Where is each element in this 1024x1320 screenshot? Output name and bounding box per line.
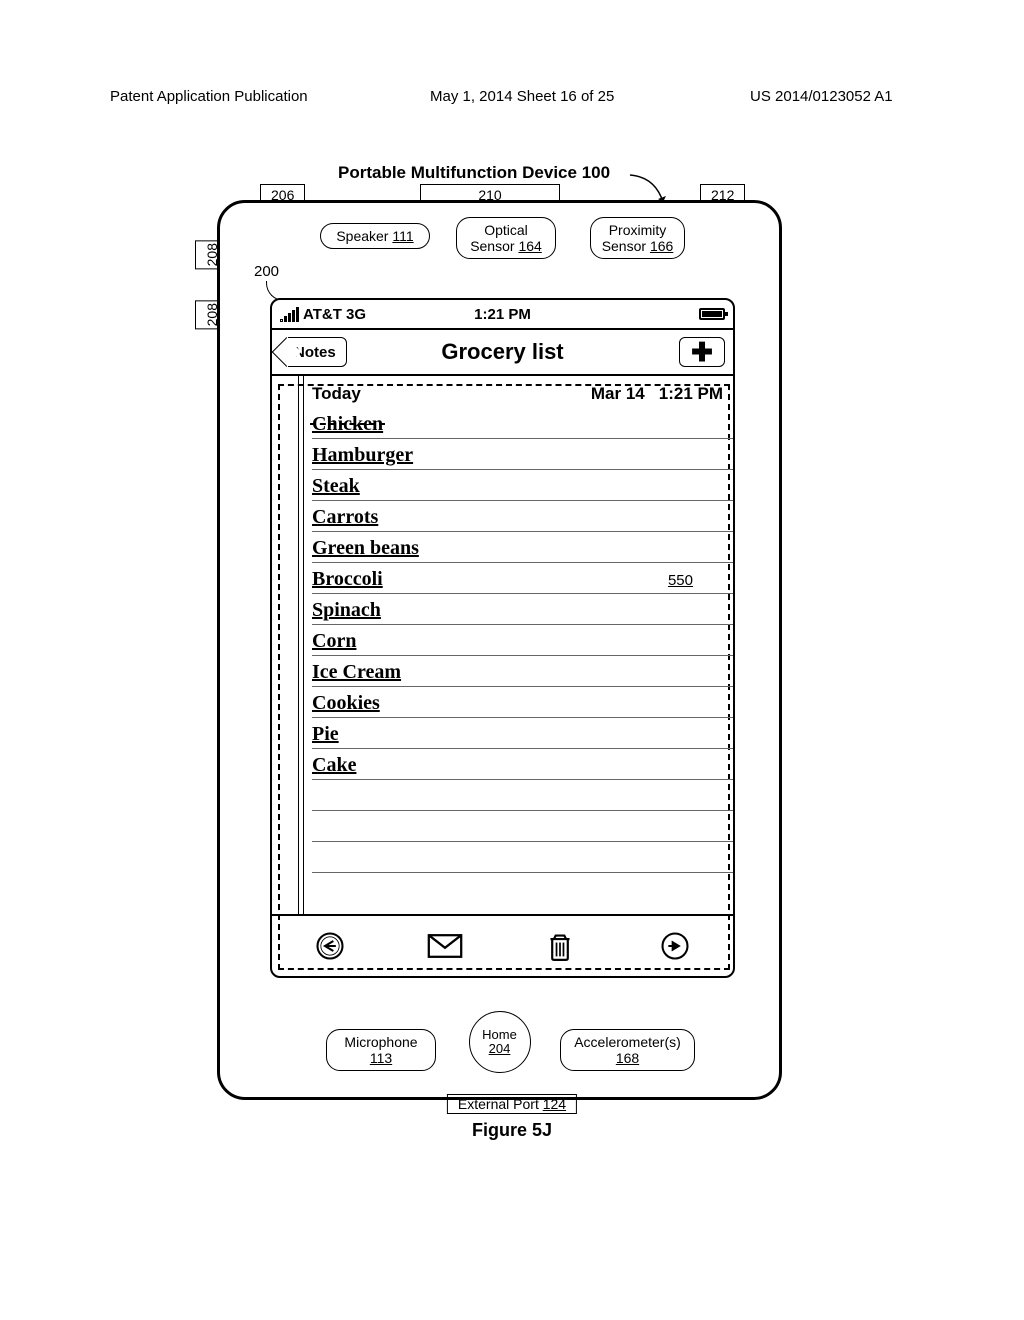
note-text: Chicken [312, 413, 383, 436]
ext-port-label: External Port [458, 1096, 539, 1112]
status-bar: AT&T 3G 1:21 PM [272, 300, 733, 330]
back-button[interactable]: Notes [288, 337, 347, 367]
mail-icon [427, 933, 463, 959]
note-line[interactable]: Hamburger [312, 439, 733, 470]
home-num: 204 [470, 1042, 530, 1056]
accelerometer-pill: Accelerometer(s) 168 [560, 1029, 695, 1071]
note-line[interactable]: Green beans [312, 532, 733, 563]
mail-button[interactable] [427, 928, 463, 964]
home-button[interactable]: Home 204 [469, 1011, 531, 1073]
speaker-label: Speaker [336, 228, 388, 244]
note-lines: Chicken Hamburger Steak Carrots Green beans B… [272, 408, 733, 873]
add-button[interactable]: ✚ [679, 337, 725, 367]
note-text: Spinach [312, 599, 381, 622]
note-today: Today [312, 384, 361, 404]
note-header: Today Mar 14 1:21 PM [272, 376, 733, 408]
accel-label: Accelerometer(s) [567, 1034, 688, 1050]
note-text: Corn [312, 630, 356, 653]
ext-port-num: 124 [543, 1096, 566, 1112]
note-line[interactable]: Ice Cream [312, 656, 733, 687]
proximity-sensor-pill: ProximitySensor 166 [590, 217, 685, 259]
note-line[interactable]: Spinach [312, 594, 733, 625]
note-text: Broccoli [312, 568, 383, 591]
note-text: Cookies [312, 692, 380, 715]
ref-550: 550 [668, 572, 693, 589]
speaker-pill: Speaker 111 [320, 223, 430, 249]
device-body: Speaker 111 OpticalSensor 164 ProximityS… [217, 200, 782, 1100]
carrier-label: AT&T 3G [303, 306, 366, 323]
note-text: Carrots [312, 506, 378, 529]
arrow-right-circle-icon [660, 931, 690, 961]
optical-sensor-pill: OpticalSensor 164 [456, 217, 556, 259]
margin-line-1 [298, 376, 299, 916]
note-text: Cake [312, 754, 356, 777]
microphone-label: Microphone [333, 1034, 429, 1050]
touchscreen[interactable]: AT&T 3G 1:21 PM Notes Grocery list ✚ Tod… [270, 298, 735, 978]
note-line[interactable]: Corn [312, 625, 733, 656]
note-text: Pie [312, 723, 339, 746]
note-line[interactable]: Pie [312, 718, 733, 749]
header-right: US 2014/0123052 A1 [750, 88, 893, 105]
note-time: 1:21 PM [659, 384, 723, 404]
note-line[interactable] [312, 842, 733, 873]
header-center: May 1, 2014 Sheet 16 of 25 [430, 88, 614, 105]
bottom-hardware-row: Microphone 113 Home 204 Accelerometer(s)… [220, 1013, 779, 1083]
ref-200: 200 [254, 263, 279, 280]
margin-line-2 [303, 376, 304, 916]
accel-num: 168 [616, 1050, 639, 1066]
note-text: Ice Cream [312, 661, 401, 684]
note-line[interactable] [312, 811, 733, 842]
note-text: Green beans [312, 537, 419, 560]
figure-caption: Figure 5J [0, 1120, 1024, 1141]
microphone-num: 113 [370, 1050, 392, 1066]
note-line[interactable]: Chicken [312, 408, 733, 439]
delete-button[interactable] [542, 928, 578, 964]
next-button[interactable] [657, 928, 693, 964]
note-text: Steak [312, 475, 360, 498]
note-text: Hamburger [312, 444, 413, 467]
back-label: Notes [294, 344, 336, 361]
home-label: Home [470, 1028, 530, 1042]
signal-icon [280, 307, 299, 322]
note-line[interactable] [312, 780, 733, 811]
device-title: Portable Multifunction Device 100 [338, 163, 610, 183]
note-line[interactable]: Cake [312, 749, 733, 780]
microphone-pill: Microphone 113 [326, 1029, 436, 1071]
trash-icon [547, 930, 573, 962]
arrow-left-circle-icon [315, 931, 345, 961]
battery-icon [699, 308, 725, 320]
speaker-num: 111 [392, 228, 413, 244]
note-line[interactable]: Broccoli 550 [312, 563, 733, 594]
header-left: Patent Application Publication [110, 88, 308, 105]
note-toolbar [272, 914, 733, 976]
external-port-tab: External Port 124 [447, 1094, 577, 1114]
note-area[interactable]: Today Mar 14 1:21 PM Chicken Hamburger Ste… [272, 376, 733, 916]
note-line[interactable]: Steak [312, 470, 733, 501]
nav-bar: Notes Grocery list ✚ [272, 330, 733, 376]
note-date: Mar 14 [591, 384, 645, 404]
note-line[interactable]: Cookies [312, 687, 733, 718]
prev-button[interactable] [312, 928, 348, 964]
note-line[interactable]: Carrots [312, 501, 733, 532]
